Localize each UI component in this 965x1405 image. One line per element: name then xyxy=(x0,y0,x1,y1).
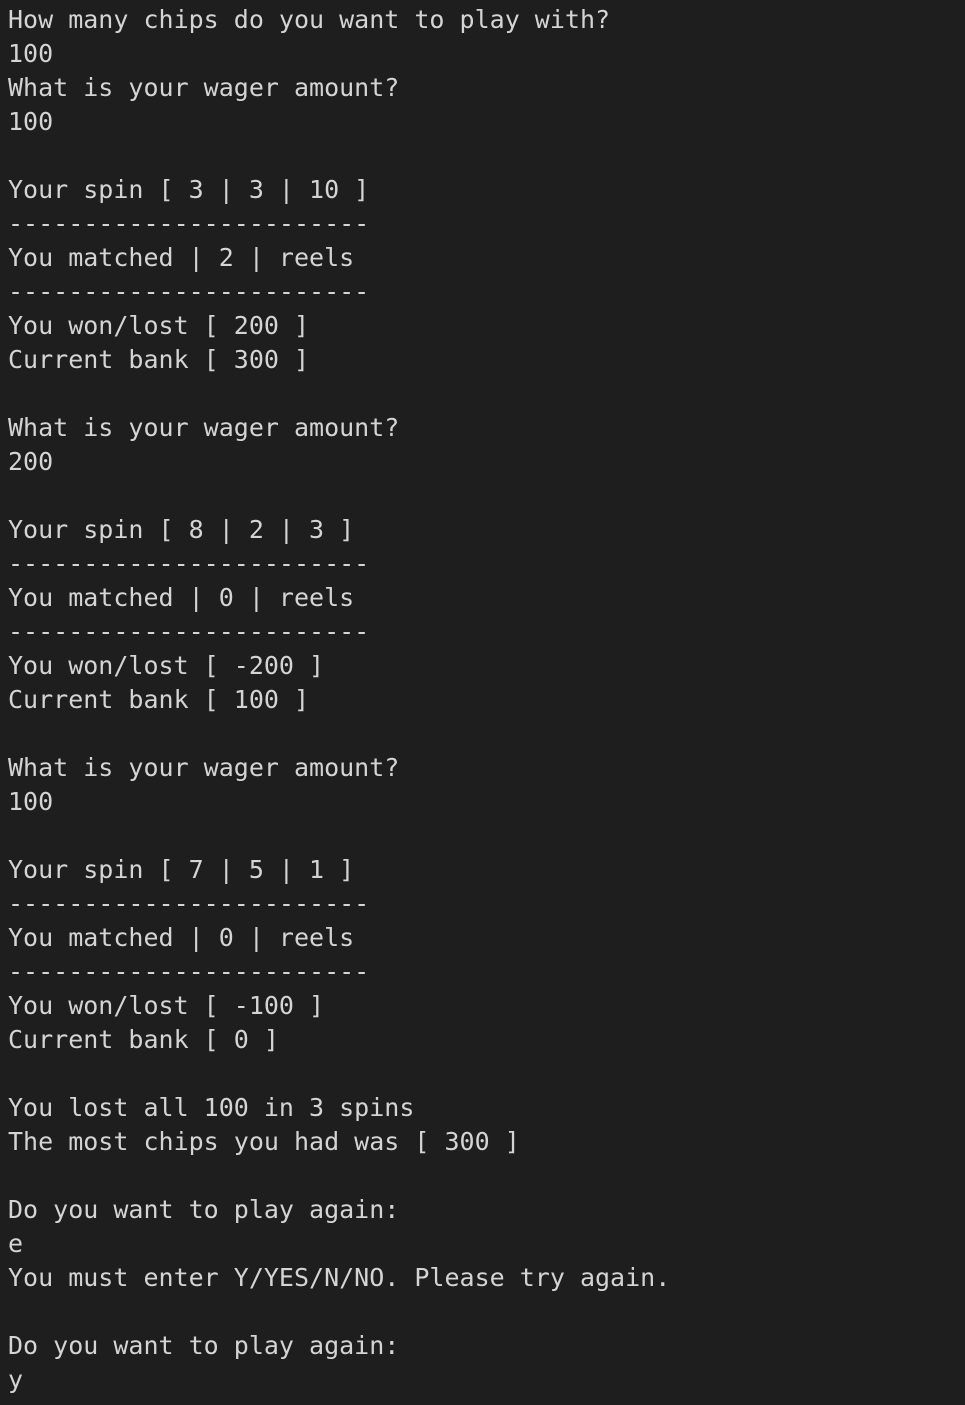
spin-result: Your spin [ 7 | 5 | 1 ] xyxy=(8,855,355,884)
match-result: You matched | 2 | reels xyxy=(8,243,355,272)
won-lost-result: You won/lost [ 200 ] xyxy=(8,311,310,340)
input-play-again: e xyxy=(8,1229,24,1258)
separator-line: ------------------------ xyxy=(8,549,370,578)
current-bank: Current bank [ 0 ] xyxy=(8,1025,279,1054)
separator-line: ------------------------ xyxy=(8,617,370,646)
spin-result: Your spin [ 3 | 3 | 10 ] xyxy=(8,175,370,204)
prompt-play-again: Do you want to play again: xyxy=(8,1331,400,1360)
console-window[interactable]: How many chips do you want to play with?… xyxy=(0,0,965,1405)
game-over-summary: You lost all 100 in 3 spins xyxy=(8,1093,415,1122)
input-wager: 100 xyxy=(8,107,54,136)
prompt-wager: What is your wager amount? xyxy=(8,73,400,102)
won-lost-result: You won/lost [ -100 ] xyxy=(8,991,325,1020)
current-bank: Current bank [ 100 ] xyxy=(8,685,310,714)
input-wager: 200 xyxy=(8,447,54,476)
won-lost-result: You won/lost [ -200 ] xyxy=(8,651,325,680)
match-result: You matched | 0 | reels xyxy=(8,583,355,612)
separator-line: ------------------------ xyxy=(8,209,370,238)
match-result: You matched | 0 | reels xyxy=(8,923,355,952)
separator-line: ------------------------ xyxy=(8,277,370,306)
input-chip-count: 100 xyxy=(8,39,54,68)
prompt-wager: What is your wager amount? xyxy=(8,753,400,782)
console-output: How many chips do you want to play with?… xyxy=(8,3,965,1397)
separator-line: ------------------------ xyxy=(8,957,370,986)
validation-error: You must enter Y/YES/N/NO. Please try ag… xyxy=(8,1263,671,1292)
separator-line: ------------------------ xyxy=(8,889,370,918)
prompt-wager: What is your wager amount? xyxy=(8,413,400,442)
input-wager: 100 xyxy=(8,787,54,816)
prompt-chip-count: How many chips do you want to play with? xyxy=(8,5,611,34)
input-play-again: y xyxy=(8,1365,24,1394)
spin-result: Your spin [ 8 | 2 | 3 ] xyxy=(8,515,355,544)
max-chips-summary: The most chips you had was [ 300 ] xyxy=(8,1127,520,1156)
current-bank: Current bank [ 300 ] xyxy=(8,345,310,374)
prompt-play-again: Do you want to play again: xyxy=(8,1195,400,1224)
